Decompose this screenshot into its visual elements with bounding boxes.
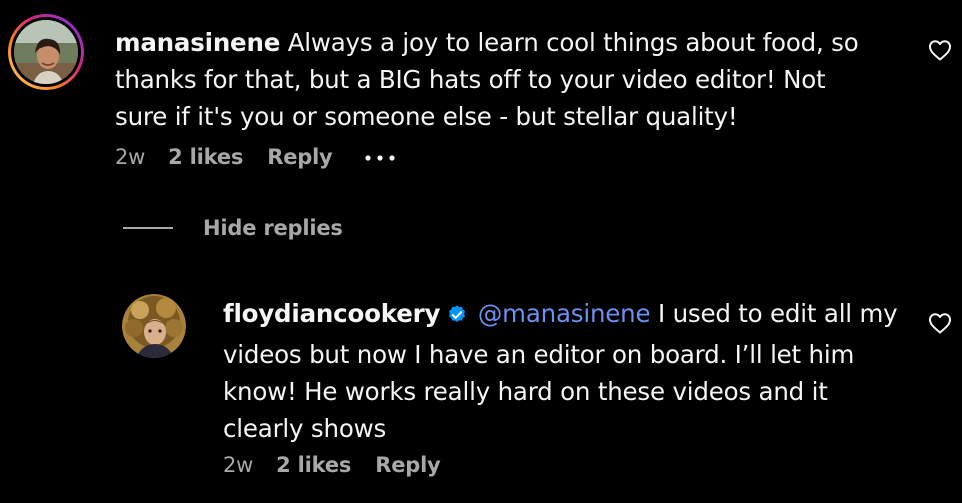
reply-text-line: videos but now I have an editor on board…	[223, 340, 855, 369]
comment-text-line: thanks for that, but a BIG hats off to y…	[115, 65, 826, 94]
reply-button[interactable]: Reply	[375, 453, 441, 477]
comment-age: 2w	[115, 145, 146, 169]
more-options-icon[interactable]	[363, 150, 399, 164]
avatar[interactable]	[122, 294, 186, 358]
comment-likes[interactable]: 2 likes	[168, 145, 243, 169]
reply-username[interactable]: floydiancookery	[223, 299, 440, 328]
comment-text-line: sure if it's you or someone else - but s…	[115, 102, 738, 131]
reply-meta: 2w 2 likes Reply	[223, 453, 441, 477]
comment-item: manasinene Always a joy to learn cool th…	[0, 0, 962, 190]
more-options-icon	[365, 155, 395, 161]
profile-photo	[122, 294, 186, 358]
reply-button[interactable]: Reply	[267, 145, 333, 169]
heart-outline-icon	[929, 313, 951, 334]
verified-badge-icon	[446, 299, 468, 336]
reply-age: 2w	[223, 453, 254, 477]
comment-text-line: Always a joy to learn cool things about …	[287, 28, 859, 57]
hide-replies-button[interactable]: Hide replies	[123, 216, 343, 240]
avatar[interactable]	[7, 13, 85, 91]
reply-text-line: I used to edit all my	[657, 299, 898, 328]
reply-text: floydiancookery @manasinene I used to ed…	[223, 295, 913, 447]
comment-meta: 2w 2 likes Reply	[115, 145, 333, 169]
heart-outline-icon	[929, 40, 951, 61]
hide-replies-label: Hide replies	[203, 216, 343, 240]
like-button[interactable]	[928, 39, 952, 61]
reply-text-line: know! He works really hard on these vide…	[223, 377, 828, 406]
like-button[interactable]	[928, 312, 952, 334]
reply-likes[interactable]: 2 likes	[276, 453, 351, 477]
mention-link[interactable]: @manasinene	[478, 299, 651, 328]
comment-username[interactable]: manasinene	[115, 28, 280, 57]
comment-text: manasinene Always a joy to learn cool th…	[115, 24, 895, 135]
profile-photo-with-story-ring	[8, 14, 84, 90]
reply-text-line: clearly shows	[223, 414, 387, 443]
divider-line	[123, 227, 173, 229]
reply-item: floydiancookery @manasinene I used to ed…	[0, 280, 962, 500]
